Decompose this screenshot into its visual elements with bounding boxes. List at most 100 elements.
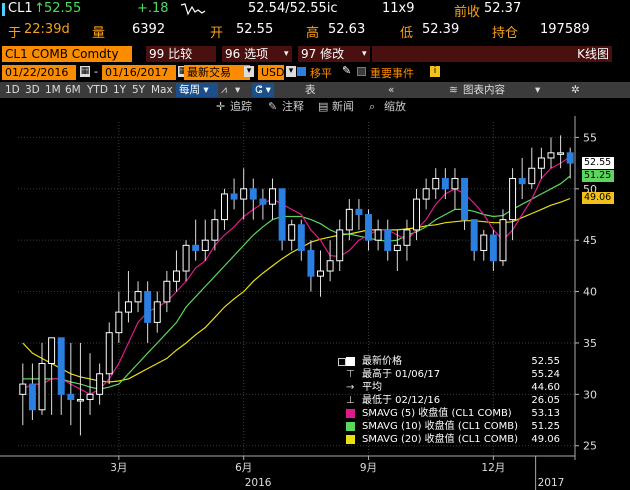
candle-down bbox=[518, 178, 526, 185]
candle-up bbox=[336, 229, 344, 262]
legend-label: 最新价格 bbox=[362, 356, 402, 367]
legend-row: SMAVG (5) 收盘值 (CL1 COMB) 53.13 bbox=[338, 407, 560, 420]
prev-close-label: 前收 bbox=[454, 5, 481, 20]
period-1d[interactable]: 1D bbox=[2, 82, 23, 98]
chart-legend: 最新价格 52.55 ⊤ 最高于 01/06/17 55.24 → 平均 44.60 ⊥ 最低于 … bbox=[338, 355, 560, 450]
chevron-down-icon[interactable]: ▾ bbox=[532, 82, 543, 98]
candle-up bbox=[269, 188, 276, 205]
candle-up bbox=[374, 229, 382, 241]
settings-bar: 01/22/2016 ▦ - 01/16/2017 ▦ 最新交易 ▾ USD ▾… bbox=[0, 64, 630, 82]
options-dropdown-icon[interactable]: ▾ bbox=[284, 46, 292, 62]
period-max[interactable]: Max bbox=[148, 82, 176, 98]
legend-row: 最新价格 52.55 bbox=[338, 355, 560, 368]
chevron-down-icon[interactable]: ▾ bbox=[286, 66, 296, 77]
legend-swatch bbox=[346, 357, 355, 366]
pencil-icon[interactable]: ✎ bbox=[342, 64, 351, 77]
period-1y[interactable]: 1Y bbox=[110, 82, 129, 98]
legend-value: 26.05 bbox=[531, 395, 560, 406]
candle-up bbox=[19, 383, 27, 395]
y-tick-label: 40 bbox=[583, 286, 597, 299]
low-marker-icon: ⊥ bbox=[346, 395, 355, 406]
candle-up bbox=[96, 373, 104, 395]
period-3d[interactable]: 3D bbox=[22, 82, 43, 98]
legend-swatch bbox=[346, 435, 355, 444]
legend-toggle-icon[interactable] bbox=[338, 358, 346, 366]
candle-down bbox=[470, 219, 478, 251]
volume-value: 6392 bbox=[132, 22, 166, 37]
news-icon[interactable]: ▤ bbox=[318, 99, 328, 115]
candle-down bbox=[384, 229, 392, 251]
candle-up bbox=[240, 188, 248, 200]
price-tag: 51.25 bbox=[582, 169, 614, 182]
candle-down bbox=[566, 152, 574, 164]
events-checkbox[interactable] bbox=[357, 67, 366, 76]
compare-button[interactable]: 99 比较 bbox=[146, 46, 216, 62]
chevron-down-icon[interactable]: ▾ bbox=[232, 82, 243, 98]
last-trade-select[interactable]: 最新交易 bbox=[184, 65, 250, 80]
candle-up bbox=[345, 208, 353, 231]
news-button[interactable]: 新闻 bbox=[332, 99, 354, 115]
candle-up bbox=[182, 244, 190, 272]
info-icon[interactable]: i bbox=[430, 66, 440, 77]
period-5y[interactable]: 5Y bbox=[129, 82, 148, 98]
candle-up bbox=[86, 393, 94, 400]
table-button[interactable]: 表 bbox=[302, 82, 319, 98]
modify-dropdown-icon[interactable]: ▾ bbox=[362, 46, 370, 62]
track-button[interactable]: 追踪 bbox=[230, 99, 252, 115]
gear-icon[interactable]: ✲ bbox=[568, 82, 583, 98]
legend-label: SMAVG (10) 收盘值 (CL1 COMB) bbox=[362, 421, 519, 432]
legend-row: SMAVG (20) 收盘值 (CL1 COMB) 49.06 bbox=[338, 433, 560, 446]
line-chart-icon[interactable]: ⩘ bbox=[218, 82, 230, 98]
currency-select[interactable]: USD bbox=[258, 65, 285, 80]
candle-up bbox=[537, 157, 545, 169]
chevron-down-icon[interactable]: ▾ bbox=[244, 66, 254, 77]
volume-label: 量 bbox=[92, 26, 106, 41]
crosshair-icon[interactable]: ✛ bbox=[216, 99, 225, 115]
high-label: 高 bbox=[306, 26, 320, 41]
sparkline-icon bbox=[180, 1, 206, 21]
legend-value: 51.25 bbox=[531, 421, 560, 432]
y-tick-label: 55 bbox=[583, 131, 597, 144]
x-tick-label: 12月 bbox=[481, 462, 505, 474]
low-value: 52.39 bbox=[422, 22, 460, 37]
period-bar: 1D 3D 1M 6M YTD 1Y 5Y Max 每周 ▾ ⩘ ▾ ⵛ ▾ 表… bbox=[0, 82, 630, 98]
chart-name: K线图 bbox=[372, 46, 612, 62]
candle-down bbox=[259, 198, 267, 205]
legend-row: ⊥ 最低于 02/12/16 26.05 bbox=[338, 394, 560, 407]
move-checkbox[interactable] bbox=[297, 67, 306, 76]
low-label: 低 bbox=[400, 26, 414, 41]
options-button[interactable]: 96 选项 bbox=[222, 46, 284, 62]
security-field[interactable]: CL1 COMB Comdty bbox=[2, 46, 132, 62]
average-arrow-icon: → bbox=[346, 382, 355, 393]
collapse-icon[interactable]: « bbox=[385, 82, 397, 98]
magnifier-icon[interactable]: ⌕ bbox=[369, 99, 375, 115]
end-date-field[interactable]: 01/16/2017 bbox=[102, 65, 176, 80]
ticker-marker bbox=[2, 3, 5, 16]
open-value: 52.55 bbox=[236, 22, 274, 37]
candle-up bbox=[480, 234, 488, 251]
candlestick-icon[interactable]: ⵛ ▾ bbox=[252, 83, 274, 97]
period-6m[interactable]: 6M bbox=[62, 82, 84, 98]
start-date-field[interactable]: 01/22/2016 bbox=[2, 65, 76, 80]
legend-row: SMAVG (10) 收盘值 (CL1 COMB) 51.25 bbox=[338, 420, 560, 433]
candle-down bbox=[489, 234, 497, 262]
candle-up bbox=[288, 224, 296, 241]
annotate-button[interactable]: 注释 bbox=[282, 99, 304, 115]
candle-down bbox=[28, 383, 36, 411]
candle-down bbox=[249, 188, 257, 200]
pencil-icon[interactable]: ✎ bbox=[268, 99, 277, 115]
period-ytd[interactable]: YTD bbox=[84, 82, 111, 98]
candle-up bbox=[153, 301, 161, 323]
chart-content-icon[interactable]: ≋ bbox=[446, 82, 461, 98]
frequency-select[interactable]: 每周 ▾ bbox=[176, 83, 218, 97]
tools-bar: ✛ 追踪 ✎ 注释 ▤ 新闻 ⌕ 缩放 bbox=[0, 98, 630, 116]
legend-value: 53.13 bbox=[531, 408, 560, 419]
calendar-icon[interactable]: ▦ bbox=[80, 66, 90, 77]
candle-up bbox=[432, 178, 440, 190]
zoom-button[interactable]: 缩放 bbox=[384, 99, 406, 115]
x-year-label: 2016 bbox=[245, 477, 272, 489]
period-1m[interactable]: 1M bbox=[42, 82, 64, 98]
chart-content-label[interactable]: 图表内容 bbox=[460, 82, 508, 98]
bid-ask-size: 11x9 bbox=[382, 1, 415, 16]
modify-button[interactable]: 97 修改 bbox=[298, 46, 362, 62]
